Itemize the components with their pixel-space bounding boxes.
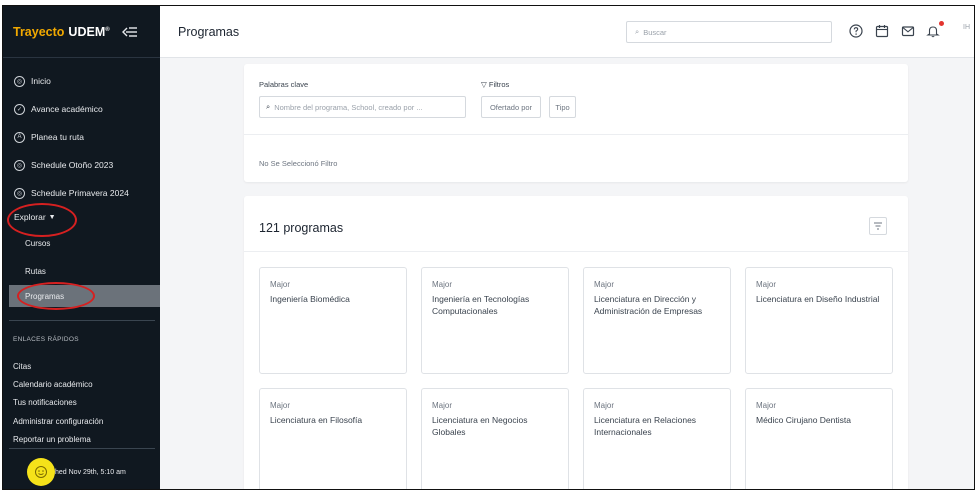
sidebar-item-label: Avance académico: [31, 104, 103, 114]
route-circle-icon: A: [14, 131, 25, 143]
help-icon[interactable]: [847, 22, 865, 40]
program-card[interactable]: Major Licenciatura en Filosofía: [259, 388, 407, 489]
notification-badge: [939, 21, 944, 26]
brand-name[interactable]: Trayecto: [13, 25, 64, 39]
program-card[interactable]: Major Médico Cirujano Dentista: [745, 388, 893, 489]
sidebar-item-label: Inicio: [31, 76, 51, 86]
filter-funnel-icon: ▽: [481, 80, 487, 89]
quick-link-notificaciones[interactable]: Tus notificaciones: [13, 398, 77, 407]
program-name: Ingeniería Biomédica: [270, 294, 350, 304]
search-input[interactable]: ⌕ Buscar: [626, 21, 832, 43]
card-divider: [244, 251, 908, 252]
programs-card: 121 programas Major Ingeniería Biomédica…: [244, 196, 908, 489]
program-type: Major: [270, 401, 291, 410]
program-card[interactable]: Major Licenciatura en Relaciones Interna…: [583, 388, 731, 489]
last-updated-text: hed Nov 29th, 5:10 am: [55, 468, 126, 476]
top-bar: Programas ⌕ Buscar IH: [160, 6, 974, 58]
no-filter-text: No Se Seleccionó Filtro: [259, 159, 338, 168]
search-icon: ⌕: [266, 102, 271, 111]
program-type: Major: [756, 401, 777, 410]
sidebar-header: Trayecto UDEM®: [3, 6, 160, 58]
filter-card: Palabras clave ⌕ Nombre del programa, Sc…: [244, 64, 908, 182]
schedule-circle-icon: ◎: [14, 159, 25, 171]
search-placeholder: Buscar: [643, 27, 667, 37]
program-type: Major: [432, 401, 453, 410]
program-name: Licenciatura en Negocios Globales: [432, 415, 528, 437]
program-name: Médico Cirujano Dentista: [756, 415, 851, 425]
program-type: Major: [594, 280, 615, 289]
smiley-icon: [35, 466, 47, 478]
program-name: Licenciatura en Diseño Industrial: [756, 294, 880, 304]
page-title: Programas: [178, 24, 240, 39]
program-card[interactable]: Major Licenciatura en Negocios Globales: [421, 388, 569, 489]
sidebar-item-planea[interactable]: A Planea tu ruta: [3, 126, 160, 148]
filter-chip-tipo[interactable]: Tipo: [549, 96, 576, 118]
sidebar-subitem-label: Cursos: [25, 238, 51, 248]
keywords-label: Palabras clave: [259, 80, 309, 89]
mail-icon[interactable]: [899, 22, 917, 40]
program-card[interactable]: Major Ingeniería Biomédica: [259, 267, 407, 374]
sort-button[interactable]: [869, 217, 887, 235]
program-card[interactable]: Major Licenciatura en Dirección y Admini…: [583, 267, 731, 374]
sidebar-divider: [9, 448, 155, 449]
card-divider: [244, 134, 908, 135]
sidebar-item-schedule-primavera[interactable]: ◎ Schedule Primavera 2024: [3, 182, 160, 204]
home-circle-icon: ◎: [14, 75, 25, 87]
quick-link-calendario[interactable]: Calendario académico: [13, 380, 93, 389]
app-window: Trayecto UDEM® ◎ Inicio ✓ Avance académi…: [2, 5, 975, 490]
check-circle-icon: ✓: [14, 103, 25, 115]
programs-count: 121 programas: [259, 221, 344, 235]
sidebar-subitem-programas[interactable]: Programas: [9, 285, 160, 307]
sidebar-subitem-label: Programas: [25, 291, 65, 301]
caret-down-icon: ▼: [48, 213, 56, 221]
quick-link-configuracion[interactable]: Administrar configuración: [13, 417, 103, 426]
program-type: Major: [756, 280, 777, 289]
program-name: Ingeniería en Tecnologías Computacionale…: [432, 294, 530, 316]
program-name: Licenciatura en Relaciones Internacional…: [594, 415, 697, 437]
user-initials[interactable]: IH: [963, 24, 970, 31]
sidebar-item-label: Schedule Primavera 2024: [31, 188, 129, 198]
program-card[interactable]: Major Ingeniería en Tecnologías Computac…: [421, 267, 569, 374]
sidebar-subitem-label: Rutas: [25, 266, 46, 276]
sidebar-item-explorar[interactable]: Explorar ▼: [3, 206, 160, 228]
collapse-sidebar-icon[interactable]: [121, 25, 138, 39]
sidebar-item-label: Planea tu ruta: [31, 132, 84, 142]
sidebar: Trayecto UDEM® ◎ Inicio ✓ Avance académi…: [3, 6, 160, 489]
program-type: Major: [270, 280, 291, 289]
sidebar-item-label: Explorar: [14, 212, 46, 222]
keywords-placeholder: Nombre del programa, School, creado por …: [274, 102, 423, 112]
search-icon: ⌕: [635, 27, 640, 36]
quick-link-citas[interactable]: Citas: [13, 362, 31, 371]
sidebar-item-label: Schedule Otoño 2023: [31, 160, 114, 170]
sidebar-subitem-rutas[interactable]: Rutas: [3, 260, 160, 282]
sidebar-divider: [9, 320, 155, 321]
sidebar-item-schedule-otono[interactable]: ◎ Schedule Otoño 2023: [3, 154, 160, 176]
program-name: Licenciatura en Filosofía: [270, 415, 363, 425]
quick-links-title: ENLACES RÁPIDOS: [13, 336, 79, 343]
calendar-icon[interactable]: [873, 22, 891, 40]
program-type: Major: [432, 280, 453, 289]
assistant-avatar[interactable]: [27, 458, 55, 486]
filter-chip-ofertado-por[interactable]: Ofertado por: [481, 96, 541, 118]
filters-label[interactable]: ▽ Filtros: [481, 80, 509, 89]
program-type: Major: [594, 401, 615, 410]
sidebar-subitem-cursos[interactable]: Cursos: [3, 232, 160, 254]
sidebar-item-inicio[interactable]: ◎ Inicio: [3, 70, 160, 92]
quick-link-reportar[interactable]: Reportar un problema: [13, 435, 91, 444]
brand-org[interactable]: UDEM®: [68, 25, 109, 39]
sidebar-item-avance[interactable]: ✓ Avance académico: [3, 98, 160, 120]
program-name: Licenciatura en Dirección y Administraci…: [594, 294, 703, 316]
sort-lines-icon: [874, 222, 882, 230]
program-card[interactable]: Major Licenciatura en Diseño Industrial: [745, 267, 893, 374]
schedule-circle-icon: ◎: [14, 187, 25, 199]
keywords-input[interactable]: ⌕ Nombre del programa, School, creado po…: [259, 96, 466, 118]
